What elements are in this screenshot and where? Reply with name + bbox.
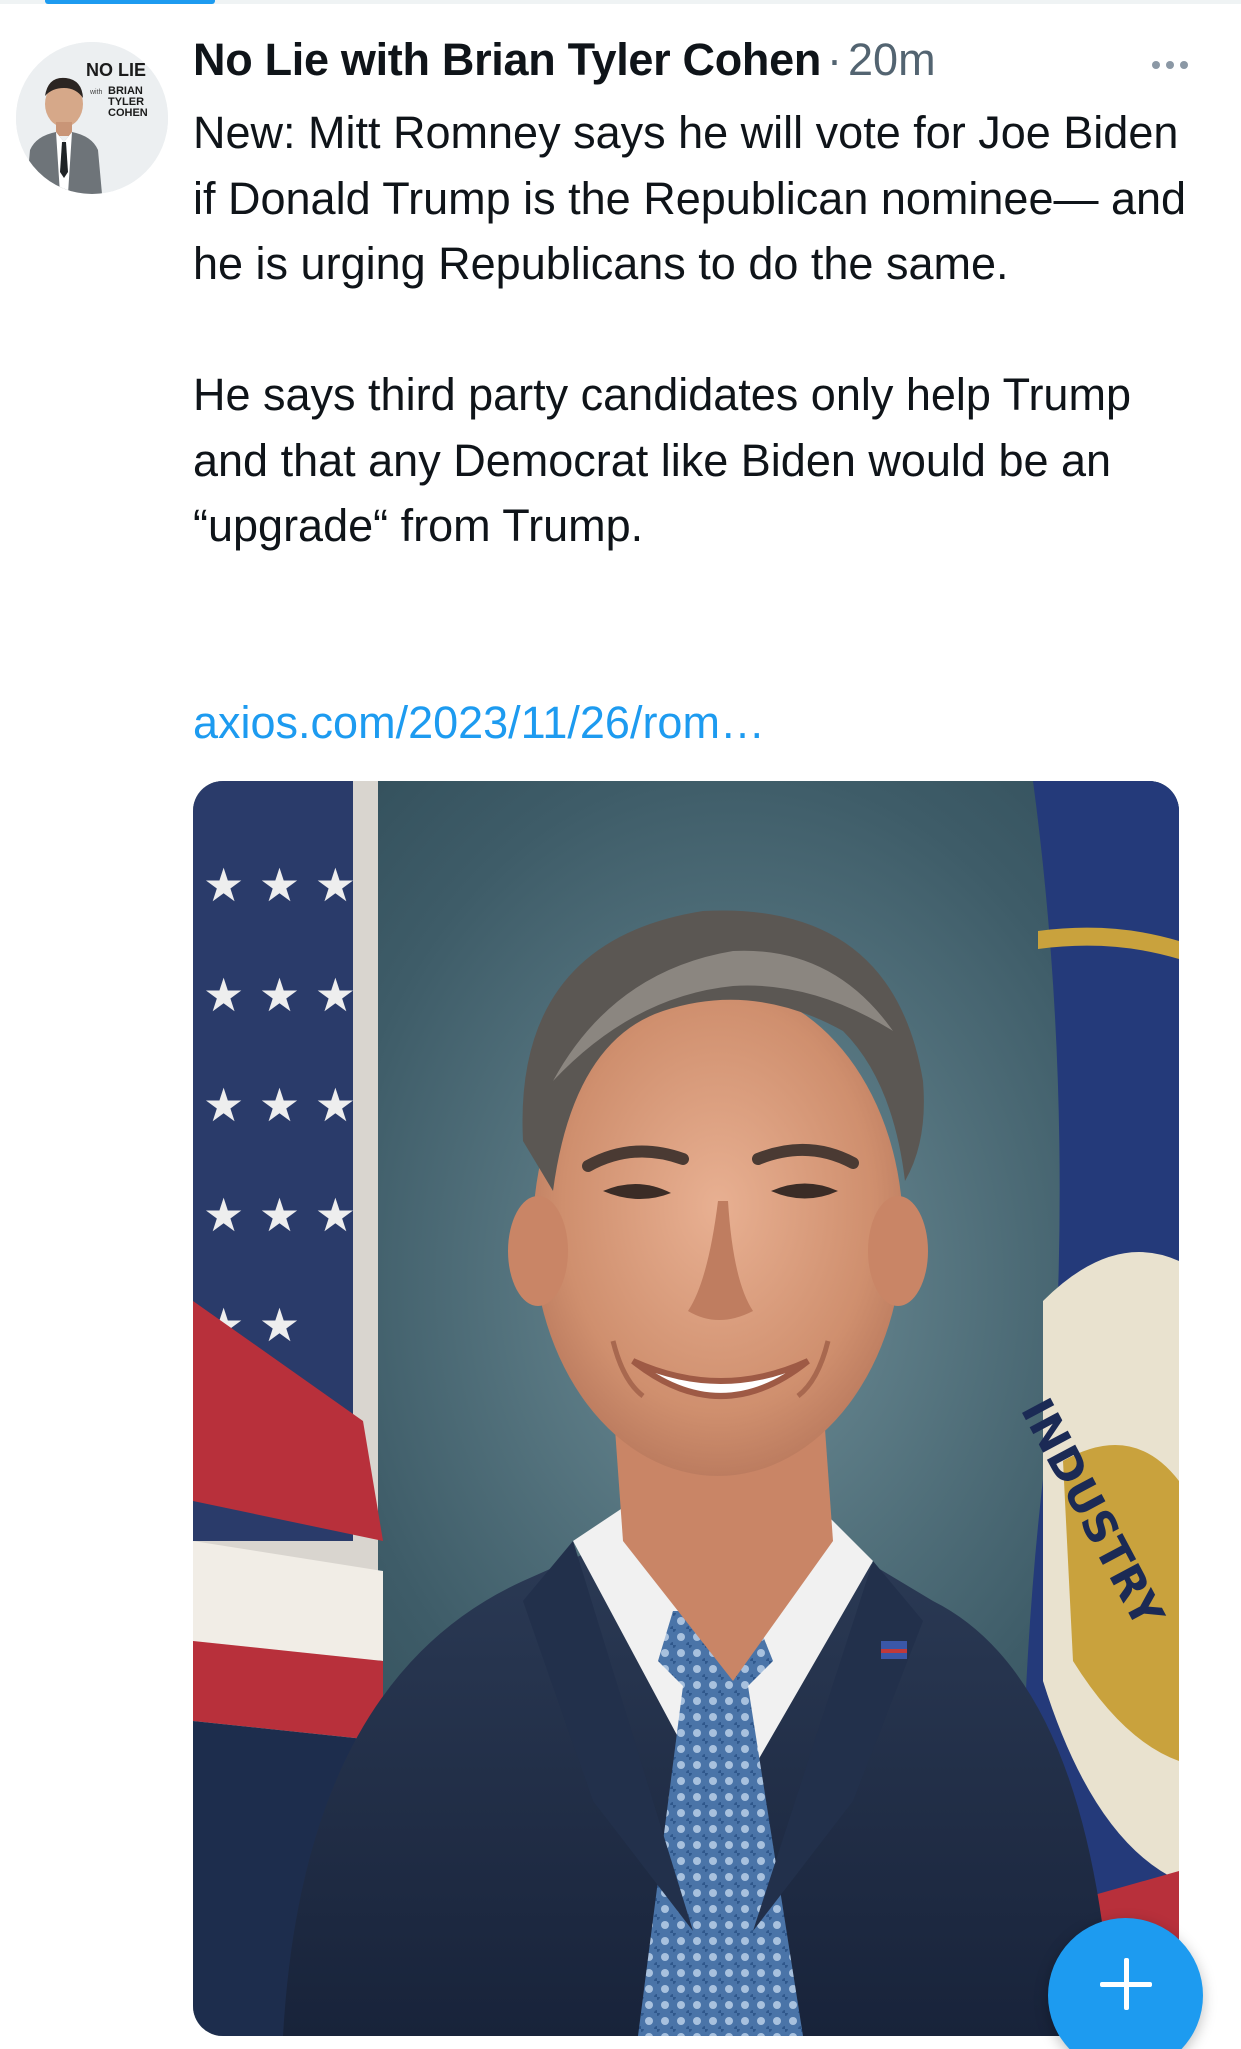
plus-icon xyxy=(1100,1958,1152,2010)
svg-text:★ ★ ★: ★ ★ ★ xyxy=(203,1078,356,1132)
portrait-photo: ★ ★ ★ ★ ★ ★ ★ ★ ★ ★ ★ ★ ★ ★ INDUSTRY xyxy=(193,781,1179,2036)
svg-text:with: with xyxy=(89,89,103,96)
tweet-body: New: Mitt Romney says he will vote for J… xyxy=(193,100,1193,559)
avatar-image: NO LIE with BRIAN TYLER COHEN xyxy=(16,42,168,194)
svg-text:COHEN: COHEN xyxy=(108,107,148,119)
tweet-paragraph-1: New: Mitt Romney says he will vote for J… xyxy=(193,107,1187,289)
svg-text:★ ★ ★: ★ ★ ★ xyxy=(203,1188,356,1242)
tweet-timestamp[interactable]: 20m xyxy=(848,34,936,85)
more-horizontal-icon[interactable] xyxy=(1147,50,1193,80)
active-tab-indicator xyxy=(45,0,215,4)
tweet-paragraph-2: He says third party candidates only help… xyxy=(193,369,1131,551)
svg-text:★ ★ ★: ★ ★ ★ xyxy=(203,858,356,912)
avatar-brand-text: NO LIE xyxy=(86,60,146,80)
author-display-name[interactable]: No Lie with Brian Tyler Cohen xyxy=(193,34,821,85)
header-separator: · xyxy=(827,34,843,85)
article-link[interactable]: axios.com/2023/11/26/rom… xyxy=(193,690,765,755)
author-avatar[interactable]: NO LIE with BRIAN TYLER COHEN xyxy=(16,42,168,194)
tweet-header: No Lie with Brian Tyler Cohen · 20m xyxy=(193,34,1193,96)
tweet-detail-page: NO LIE with BRIAN TYLER COHEN No Lie wit… xyxy=(0,0,1241,2049)
svg-text:★ ★ ★: ★ ★ ★ xyxy=(203,968,356,1022)
tweet-media-photo[interactable]: ★ ★ ★ ★ ★ ★ ★ ★ ★ ★ ★ ★ ★ ★ INDUSTRY xyxy=(193,781,1179,2036)
